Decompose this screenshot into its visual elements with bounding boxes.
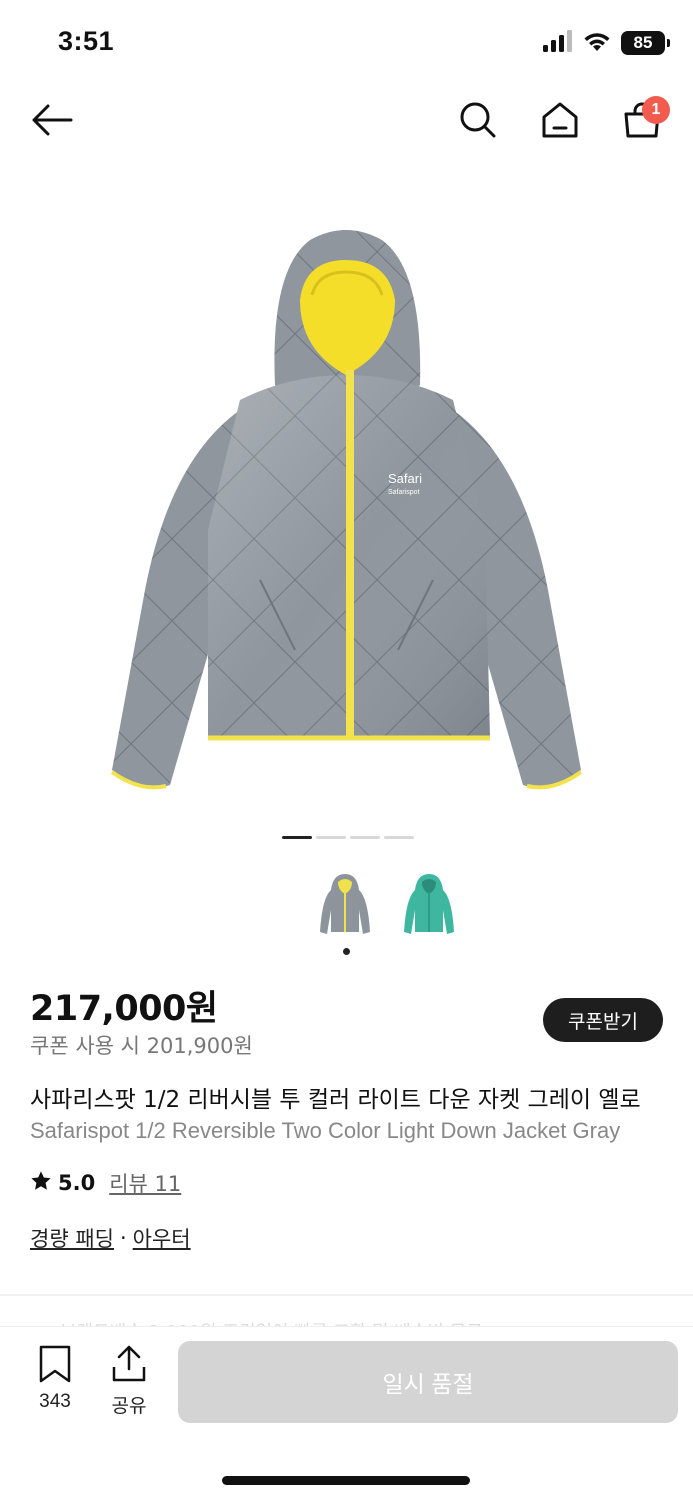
- back-arrow-icon: [31, 103, 73, 141]
- star-icon: [30, 1170, 52, 1197]
- color-swatch-gray[interactable]: [312, 866, 378, 942]
- selected-color-indicator: [343, 948, 350, 955]
- coupon-button[interactable]: 쿠폰받기: [543, 998, 663, 1042]
- product-title-ko: 사파리스팟 1/2 리버시블 투 컬러 라이트 다운 자켓 그레이 옐로: [30, 1087, 641, 1113]
- section-divider: [0, 1294, 693, 1296]
- status-bar: 3:51 85: [0, 0, 693, 80]
- rating-row: 5.0 리뷰 11: [30, 1168, 181, 1198]
- review-link[interactable]: 리뷰 11: [109, 1168, 181, 1198]
- color-swatch-mint[interactable]: [396, 866, 462, 942]
- status-icons: 85: [543, 30, 670, 56]
- search-button[interactable]: [450, 90, 506, 154]
- product-title-en: Safarispot 1/2 Reversible Two Color Ligh…: [30, 1118, 621, 1143]
- pager-dot[interactable]: [316, 836, 346, 839]
- nav-bar: 1: [0, 90, 693, 154]
- soldout-button[interactable]: 일시 품절: [178, 1341, 678, 1423]
- pager-dot[interactable]: [350, 836, 380, 839]
- share-label: 공유: [111, 1396, 147, 1417]
- category-link-light-padding[interactable]: 경량 패딩: [30, 1223, 114, 1253]
- category-breadcrumb: 경량 패딩 · 아우터: [30, 1223, 191, 1253]
- wifi-icon: [583, 30, 611, 56]
- product-price: 217,000원: [30, 989, 218, 1029]
- category-link-outer[interactable]: 아우터: [133, 1223, 191, 1253]
- product-image[interactable]: Safari Safarispot: [90, 210, 603, 810]
- color-options: [312, 866, 462, 942]
- image-pager: [282, 836, 414, 839]
- share-icon: [111, 1345, 147, 1387]
- share-button[interactable]: 공유: [101, 1345, 157, 1418]
- pager-dot[interactable]: [282, 836, 312, 839]
- back-button[interactable]: [24, 90, 80, 154]
- cellular-signal-icon: [543, 30, 573, 56]
- status-time: 3:51: [58, 26, 115, 56]
- cart-count-badge: 1: [642, 96, 670, 124]
- bookmark-button[interactable]: 343: [27, 1345, 83, 1413]
- home-icon: [541, 101, 579, 143]
- category-separator: ·: [119, 1226, 127, 1250]
- home-indicator: [222, 1476, 470, 1485]
- pager-dot[interactable]: [384, 836, 414, 839]
- home-button[interactable]: [532, 90, 588, 154]
- cart-button[interactable]: 1: [614, 90, 670, 154]
- jacket-logo: Safari: [388, 471, 422, 486]
- bookmark-count: 343: [39, 1391, 71, 1412]
- coupon-price: 쿠폰 사용 시 201,900원: [30, 1034, 253, 1058]
- bottom-action-bar: 343 공유 일시 품절: [0, 1326, 693, 1500]
- bookmark-icon: [38, 1345, 72, 1387]
- battery-icon: 85: [621, 31, 670, 55]
- search-icon: [459, 101, 497, 143]
- jacket-logo-sub: Safarispot: [388, 489, 420, 496]
- rating-score: 5.0: [58, 1171, 96, 1195]
